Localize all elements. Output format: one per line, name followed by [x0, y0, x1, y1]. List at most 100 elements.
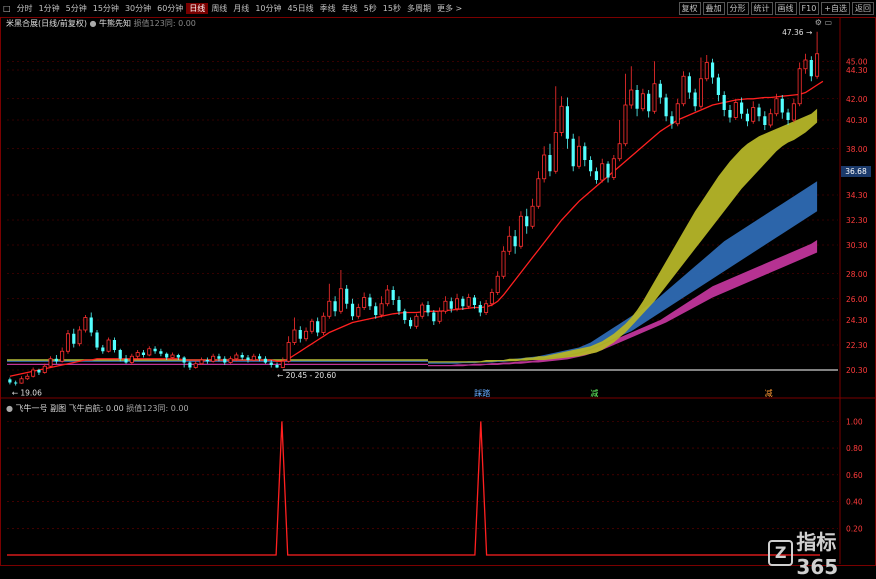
candle-body: [188, 362, 192, 368]
candle-body: [31, 369, 36, 377]
candle-body: [333, 301, 337, 312]
candle-body: [611, 158, 616, 178]
candle-body: [704, 62, 709, 80]
candle-body: [623, 104, 628, 145]
candle-body: [275, 365, 279, 368]
current-price-tag: 36.68: [841, 166, 871, 177]
candle-body: [141, 352, 146, 355]
candle-body: [670, 116, 674, 124]
logo-z-icon: Z: [768, 539, 794, 566]
candle-body: [461, 298, 465, 307]
candle-body: [716, 77, 720, 95]
candle-body: [809, 60, 813, 77]
candle-body: [379, 303, 384, 316]
sub-y-tick-label: 0.60: [846, 471, 863, 480]
candle-body: [8, 379, 12, 383]
candle-body: [472, 297, 477, 305]
candle-body: [165, 353, 169, 358]
candle-body: [693, 92, 697, 107]
candle-body: [391, 290, 395, 300]
candle-body: [548, 155, 552, 172]
y-tick-label: 42.00: [846, 95, 868, 104]
candle-body: [635, 90, 639, 109]
candle-body: [135, 352, 140, 357]
candle-body: [112, 340, 117, 350]
candle-body: [594, 171, 599, 180]
y-tick-label: 26.00: [846, 295, 868, 304]
candle-body: [338, 288, 343, 312]
candle-body: [240, 355, 244, 358]
candle-body: [740, 102, 744, 114]
candle-body: [617, 143, 622, 160]
candle-body: [518, 215, 523, 247]
candle-body: [803, 59, 808, 70]
y-tick-label: 20.30: [846, 366, 868, 375]
candle-body: [768, 113, 773, 126]
candle-body: [199, 359, 204, 365]
candle-body: [223, 358, 227, 363]
candle-body: [397, 300, 401, 312]
candle-body: [414, 315, 419, 327]
signal-label: 减: [590, 388, 598, 398]
candle-body: [658, 83, 662, 98]
sub-signal-line: [7, 421, 820, 556]
candle-body: [647, 93, 651, 112]
y-tick-label: 24.30: [846, 316, 868, 325]
range-label: ← 20.45 - 20.60: [277, 371, 336, 380]
candle-body: [286, 342, 291, 362]
candle-body: [501, 250, 506, 277]
candle-body: [101, 347, 105, 352]
candle-body: [327, 300, 332, 317]
signal-label: 减: [765, 388, 773, 398]
brand-logo: Z 指标365: [768, 526, 876, 579]
candle-body: [728, 110, 732, 118]
candle-body: [577, 145, 582, 167]
candle-body: [251, 355, 256, 361]
candle-body: [147, 348, 152, 356]
high-price-label: 47.36 →: [782, 28, 812, 37]
candle-body: [745, 113, 750, 122]
candle-body: [774, 98, 779, 115]
candle-body: [258, 356, 262, 359]
candle-body: [269, 362, 273, 365]
candle-body: [304, 330, 309, 340]
chart-svg: 45.0044.30 42.00 40.30 38.00 34.30 32.30 30.30…: [0, 18, 876, 564]
y-tick-label: 22.30: [846, 341, 868, 350]
candle-body: [698, 78, 703, 107]
candle-body: [321, 315, 326, 333]
candle-body: [309, 320, 314, 332]
candle-body: [583, 146, 587, 160]
candle-body: [536, 178, 541, 207]
candle-body: [542, 154, 547, 180]
candle-body: [600, 163, 605, 181]
candle-body: [530, 205, 535, 227]
candle-body: [153, 348, 157, 352]
candle-body: [19, 378, 24, 384]
candle-body: [466, 297, 471, 307]
y-tick-label: 34.30: [846, 191, 868, 200]
logo-text: 指标365: [796, 530, 839, 579]
candle-body: [559, 105, 564, 133]
candle-body: [675, 103, 680, 125]
candle-body: [205, 360, 209, 362]
candle-body: [629, 89, 634, 106]
candle-body: [443, 300, 448, 312]
candle-body: [48, 358, 53, 367]
candle-body: [176, 355, 180, 358]
candle-body: [95, 332, 99, 348]
candle-body: [83, 317, 88, 331]
candle-body: [606, 163, 610, 178]
candle-body: [316, 321, 320, 333]
sub-y-tick-label: 0.80: [846, 444, 863, 453]
candle-body: [815, 53, 820, 77]
y-tick-label: 30.30: [846, 241, 868, 250]
candle-body: [280, 360, 285, 368]
candle-body: [437, 310, 442, 322]
candle-body: [664, 97, 668, 117]
candle-body: [72, 333, 76, 344]
candle-body: [565, 106, 569, 139]
candle-body: [89, 317, 93, 333]
candle-body: [159, 351, 163, 354]
candle-body: [797, 68, 802, 105]
candle-body: [385, 289, 390, 305]
